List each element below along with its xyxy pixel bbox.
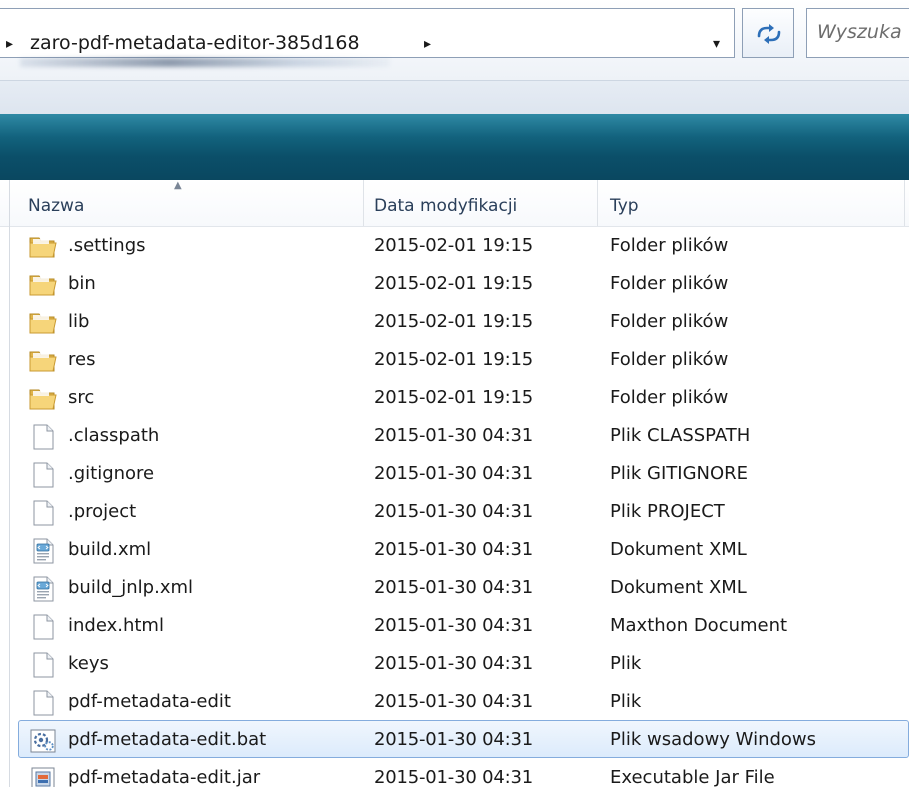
batch-file-icon bbox=[28, 728, 58, 754]
file-name[interactable]: pdf-metadata-edit bbox=[68, 691, 231, 712]
address-bar[interactable]: ▸ zaro-pdf-metadata-editor-385d168 ▸ ▾ bbox=[0, 8, 735, 58]
file-type: Folder plików bbox=[610, 273, 729, 294]
file-row[interactable]: lib 2015-02-01 19:15 Folder plików bbox=[0, 302, 909, 340]
file-row[interactable]: .gitignore 2015-01-30 04:31 Plik GITIGNORE bbox=[0, 454, 909, 492]
column-divider[interactable] bbox=[363, 180, 364, 226]
breadcrumb-chevron-right-icon[interactable]: ▸ bbox=[424, 37, 431, 51]
file-type: Plik bbox=[610, 653, 642, 674]
file-modified-date: 2015-02-01 19:15 bbox=[374, 273, 534, 294]
file-icon bbox=[28, 500, 58, 526]
file-name[interactable]: res bbox=[68, 349, 95, 370]
refresh-icon bbox=[757, 24, 781, 44]
file-type: Plik GITIGNORE bbox=[610, 463, 749, 484]
xml-file-icon bbox=[28, 576, 58, 602]
file-modified-date: 2015-02-01 19:15 bbox=[374, 235, 534, 256]
file-icon bbox=[28, 462, 58, 488]
breadcrumb-folder[interactable]: zaro-pdf-metadata-editor-385d168 bbox=[30, 32, 360, 54]
file-list: .settings 2015-02-01 19:15 Folder plików bi… bbox=[0, 226, 909, 787]
folder-icon bbox=[28, 272, 58, 298]
address-history-dropdown[interactable]: ▾ bbox=[713, 36, 720, 52]
file-name[interactable]: pdf-metadata-edit.bat bbox=[68, 729, 266, 750]
file-name[interactable]: .settings bbox=[68, 235, 146, 256]
file-type: Dokument XML bbox=[610, 539, 747, 560]
file-row[interactable]: .project 2015-01-30 04:31 Plik PROJECT bbox=[0, 492, 909, 530]
file-type: Plik bbox=[610, 691, 642, 712]
file-row[interactable]: pdf-metadata-edit 2015-01-30 04:31 Plik bbox=[0, 682, 909, 720]
folder-icon bbox=[28, 348, 58, 374]
file-modified-date: 2015-01-30 04:31 bbox=[374, 653, 534, 674]
folder-icon bbox=[28, 234, 58, 260]
file-modified-date: 2015-01-30 04:31 bbox=[374, 425, 534, 446]
file-modified-date: 2015-02-01 19:15 bbox=[374, 387, 534, 408]
column-divider[interactable] bbox=[904, 180, 905, 226]
file-name[interactable]: .project bbox=[68, 501, 136, 522]
file-row[interactable]: .classpath 2015-01-30 04:31 Plik CLASSPATH bbox=[0, 416, 909, 454]
xml-file-icon bbox=[28, 538, 58, 564]
file-type: Folder plików bbox=[610, 349, 729, 370]
file-type: Executable Jar File bbox=[610, 767, 775, 787]
file-modified-date: 2015-01-30 04:31 bbox=[374, 615, 534, 636]
search-input[interactable] bbox=[817, 21, 909, 43]
blurred-tooltip bbox=[20, 58, 390, 67]
file-modified-date: 2015-01-30 04:31 bbox=[374, 501, 534, 522]
explorer-window: ▸ zaro-pdf-metadata-editor-385d168 ▸ ▾ ▲… bbox=[0, 0, 909, 787]
file-modified-date: 2015-01-30 04:31 bbox=[374, 577, 534, 598]
refresh-button[interactable] bbox=[742, 8, 794, 58]
file-modified-date: 2015-01-30 04:31 bbox=[374, 729, 534, 750]
file-name[interactable]: keys bbox=[68, 653, 109, 674]
file-modified-date: 2015-02-01 19:15 bbox=[374, 311, 534, 332]
command-bar bbox=[0, 114, 909, 180]
file-row[interactable]: bin 2015-02-01 19:15 Folder plików bbox=[0, 264, 909, 302]
file-type: Dokument XML bbox=[610, 577, 747, 598]
sort-ascending-icon: ▲ bbox=[174, 180, 182, 191]
file-row[interactable]: index.html 2015-01-30 04:31 Maxthon Docume… bbox=[0, 606, 909, 644]
file-modified-date: 2015-02-01 19:15 bbox=[374, 349, 534, 370]
file-row[interactable]: pdf-metadata-edit.bat 2015-01-30 04:31 Pli… bbox=[0, 720, 909, 758]
file-icon bbox=[28, 690, 58, 716]
breadcrumb-root-arrow[interactable]: ▸ bbox=[6, 37, 13, 51]
file-row[interactable]: res 2015-02-01 19:15 Folder plików bbox=[0, 340, 909, 378]
folder-icon bbox=[28, 386, 58, 412]
file-icon bbox=[28, 614, 58, 640]
file-name[interactable]: .classpath bbox=[68, 425, 159, 446]
column-header-type[interactable]: Typ bbox=[610, 196, 639, 216]
column-divider[interactable] bbox=[597, 180, 598, 226]
file-name[interactable]: bin bbox=[68, 273, 96, 294]
file-row[interactable]: src 2015-02-01 19:15 Folder plików bbox=[0, 378, 909, 416]
file-name[interactable]: pdf-metadata-edit.jar bbox=[68, 767, 260, 787]
file-type: Folder plików bbox=[610, 235, 729, 256]
file-name[interactable]: lib bbox=[68, 311, 89, 332]
file-row[interactable]: pdf-metadata-edit.jar 2015-01-30 04:31 Exe… bbox=[0, 758, 909, 787]
search-box[interactable] bbox=[806, 8, 909, 58]
file-type: Folder plików bbox=[610, 311, 729, 332]
file-modified-date: 2015-01-30 04:31 bbox=[374, 539, 534, 560]
file-name[interactable]: build_jnlp.xml bbox=[68, 577, 193, 598]
file-type: Maxthon Document bbox=[610, 615, 788, 636]
file-type: Plik wsadowy Windows bbox=[610, 729, 817, 750]
file-type: Plik CLASSPATH bbox=[610, 425, 751, 446]
file-name[interactable]: index.html bbox=[68, 615, 164, 636]
file-icon bbox=[28, 652, 58, 678]
file-modified-date: 2015-01-30 04:31 bbox=[374, 691, 534, 712]
file-row[interactable]: build_jnlp.xml 2015-01-30 04:31 Dokument X… bbox=[0, 568, 909, 606]
file-modified-date: 2015-01-30 04:31 bbox=[374, 463, 534, 484]
file-name[interactable]: .gitignore bbox=[68, 463, 154, 484]
address-bar-row: ▸ zaro-pdf-metadata-editor-385d168 ▸ ▾ bbox=[0, 0, 909, 80]
file-row[interactable]: keys 2015-01-30 04:31 Plik bbox=[0, 644, 909, 682]
file-name[interactable]: src bbox=[68, 387, 94, 408]
file-name[interactable]: build.xml bbox=[68, 539, 151, 560]
file-type: Folder plików bbox=[610, 387, 729, 408]
file-icon bbox=[28, 424, 58, 450]
column-header-date[interactable]: Data modyfikacji bbox=[374, 196, 517, 216]
file-type: Plik PROJECT bbox=[610, 501, 725, 522]
file-row[interactable]: .settings 2015-02-01 19:15 Folder plików bbox=[0, 226, 909, 264]
jar-file-icon bbox=[28, 766, 58, 787]
file-modified-date: 2015-01-30 04:31 bbox=[374, 767, 534, 787]
column-header-name[interactable]: Nazwa bbox=[28, 196, 84, 216]
folder-icon bbox=[28, 310, 58, 336]
file-row[interactable]: build.xml 2015-01-30 04:31 Dokument XML bbox=[0, 530, 909, 568]
menu-bar bbox=[0, 80, 909, 115]
